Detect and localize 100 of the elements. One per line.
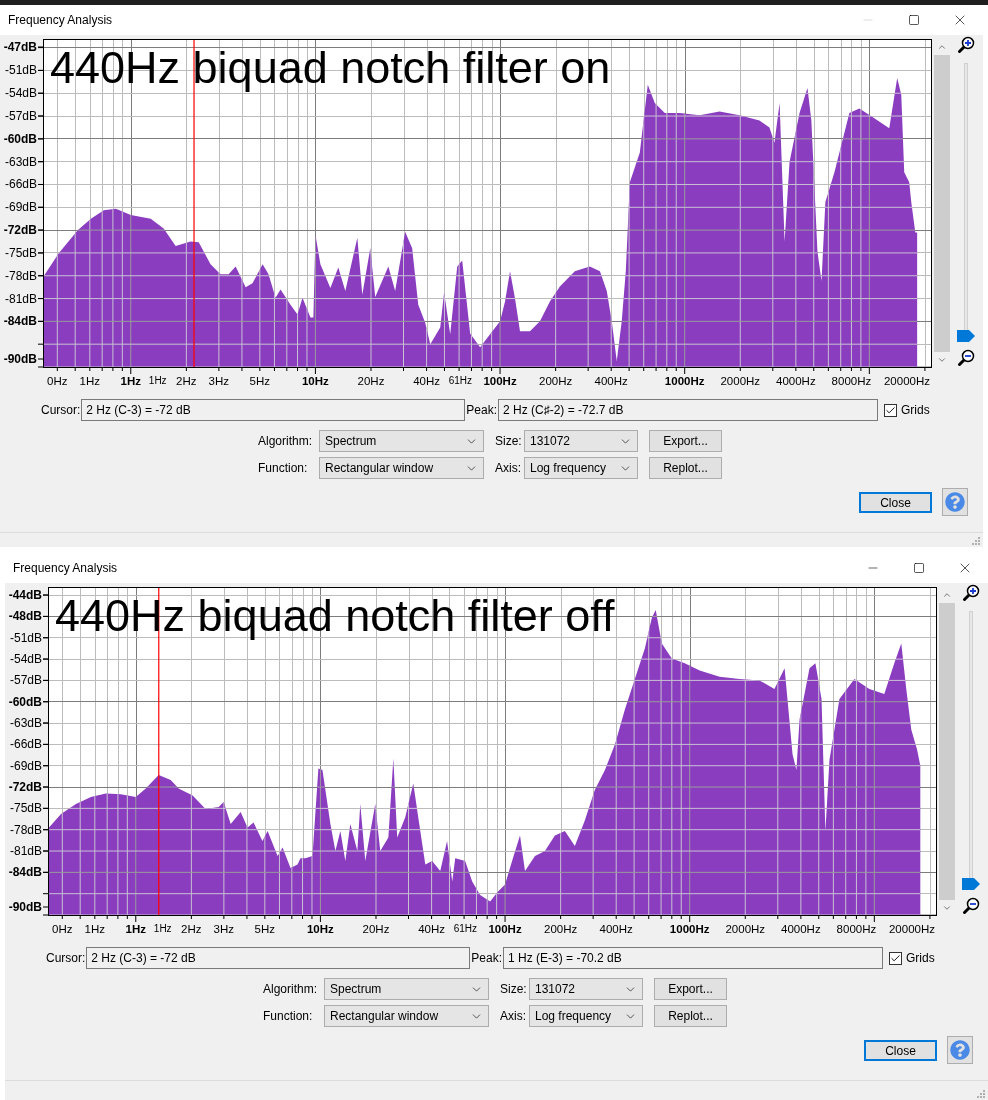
help-icon (950, 1040, 970, 1060)
y-axis-label: -69dB (9, 759, 42, 772)
peak-field[interactable]: 1 Hz (E-3) = -70.2 dB (503, 947, 884, 969)
zoom-slider[interactable] (962, 611, 980, 890)
function-select[interactable]: Rectangular window (324, 1005, 489, 1027)
algorithm-select[interactable]: Spectrum (319, 430, 484, 452)
x-axis-label: 2Hz (176, 374, 197, 388)
size-label: Size: (500, 981, 528, 998)
x-axis-label: 4000Hz (781, 922, 821, 936)
y-axis-label: -47dB (3, 41, 37, 53)
checkmark-icon (885, 404, 897, 416)
x-axis-label: 40Hz (418, 922, 445, 936)
export-button[interactable]: Export... (654, 978, 727, 1000)
y-axis-label: -78dB (4, 269, 37, 282)
close-button[interactable]: Close (864, 1039, 937, 1061)
y-axis-label: -75dB (9, 802, 42, 815)
y-axis-label: -72dB (8, 781, 42, 794)
x-axis-label: 400Hz (599, 922, 633, 936)
x-axis-label: 1000Hz (669, 922, 710, 936)
chevron-up-icon (937, 42, 947, 52)
peak-field[interactable]: 2 Hz (C♯-2) = -72.7 dB (498, 399, 879, 421)
algorithm-select[interactable]: Spectrum (324, 978, 489, 1000)
zoom-slider-thumb[interactable] (957, 330, 975, 342)
overlay-caption: 440Hz biquad notch filter on (50, 42, 611, 94)
algorithm-label: Algorithm: (258, 433, 314, 450)
x-axis-label: 1Hz (84, 922, 105, 936)
maximize-icon (913, 562, 925, 574)
cursor-field[interactable]: 2 Hz (C-3) = -72 dB (86, 947, 471, 969)
x-axis-label: 5Hz (249, 374, 271, 388)
zoom-in-icon (957, 36, 975, 54)
zoom-out-button[interactable] (955, 348, 977, 368)
x-axis-label: 0Hz (47, 374, 68, 388)
y-axis-label: -54dB (4, 87, 37, 100)
zoom-in-button[interactable] (960, 583, 982, 603)
close-button[interactable]: Close (859, 491, 932, 513)
grids-checkbox[interactable] (884, 403, 898, 417)
x-axis-label: 2000Hz (725, 922, 766, 936)
zoom-in-button[interactable] (955, 35, 977, 55)
peak-label: Peak: (471, 950, 503, 967)
function-label: Function: (258, 460, 309, 477)
axis-select[interactable]: Log frequency (529, 1005, 643, 1027)
function-label: Function: (263, 1008, 314, 1025)
resize-grip-icon[interactable] (977, 1090, 985, 1098)
grids-label: Grids (906, 950, 935, 967)
algorithm-label: Algorithm: (263, 981, 319, 998)
y-axis-label: -57dB (9, 674, 42, 687)
x-axis-label: 2000Hz (720, 374, 761, 388)
x-axis-label: 200Hz (539, 374, 573, 388)
help-icon (945, 492, 965, 512)
peak-label: Peak: (466, 402, 498, 419)
x-axis-label: 3Hz (208, 374, 230, 388)
export-button[interactable]: Export... (649, 430, 722, 452)
window-title: Frequency Analysis (8, 12, 113, 29)
y-axis-label: -60dB (8, 695, 42, 708)
size-select[interactable]: 131072 (524, 430, 638, 452)
scrollbar-thumb[interactable] (939, 603, 955, 900)
zoom-out-icon (962, 897, 980, 915)
help-button[interactable] (947, 1036, 973, 1064)
x-axis-label: 20000Hz (888, 922, 935, 936)
y-axis-label: -81dB (9, 845, 42, 857)
x-axis-label: 100Hz (488, 922, 522, 936)
y-axis-label: -84dB (3, 315, 37, 328)
x-axis-label: 1Hz (120, 374, 141, 388)
y-axis-label: -66dB (4, 178, 37, 191)
y-axis-label: -75dB (4, 246, 37, 259)
axis-select[interactable]: Log frequency (524, 457, 638, 479)
scrollbar-thumb[interactable] (934, 55, 950, 352)
chevron-down-icon (942, 903, 952, 913)
y-axis-label: -51dB (4, 64, 37, 77)
x-axis-label: 40Hz (413, 374, 440, 388)
grids-label: Grids (901, 402, 930, 419)
x-axis-label: 4000Hz (776, 374, 816, 388)
y-axis-label: -90dB (8, 901, 42, 913)
x-axis-label: 100Hz (483, 374, 517, 388)
zoom-out-button[interactable] (960, 896, 982, 916)
x-axis-label: 61Hz (448, 374, 472, 388)
y-axis-label: -54dB (9, 653, 42, 666)
zoom-slider-thumb[interactable] (962, 878, 980, 890)
grids-checkbox[interactable] (889, 951, 903, 965)
x-axis-label: 20Hz (362, 922, 390, 936)
y-axis-label: -57dB (4, 110, 37, 123)
function-select[interactable]: Rectangular window (319, 457, 484, 479)
resize-grip-icon[interactable] (972, 537, 980, 545)
x-axis-label: 8000Hz (836, 922, 877, 936)
replot-button[interactable]: Replot... (649, 457, 722, 479)
x-axis-label: 1Hz (153, 922, 172, 936)
x-axis-label: 2Hz (181, 922, 202, 936)
replot-button[interactable]: Replot... (654, 1005, 727, 1027)
help-button[interactable] (942, 488, 968, 516)
x-axis-label: 10Hz (302, 374, 329, 388)
y-axis-label: -63dB (4, 155, 37, 168)
y-axis-label: -51dB (9, 631, 42, 644)
size-select[interactable]: 131072 (529, 978, 643, 1000)
x-axis-label: 8000Hz (831, 374, 872, 388)
checkmark-icon (890, 952, 902, 964)
zoom-in-icon (962, 584, 980, 602)
cursor-field[interactable]: 2 Hz (C-3) = -72 dB (81, 399, 466, 421)
maximize-icon (908, 14, 920, 26)
y-axis-label: -60dB (3, 132, 37, 145)
zoom-slider[interactable] (957, 63, 975, 342)
